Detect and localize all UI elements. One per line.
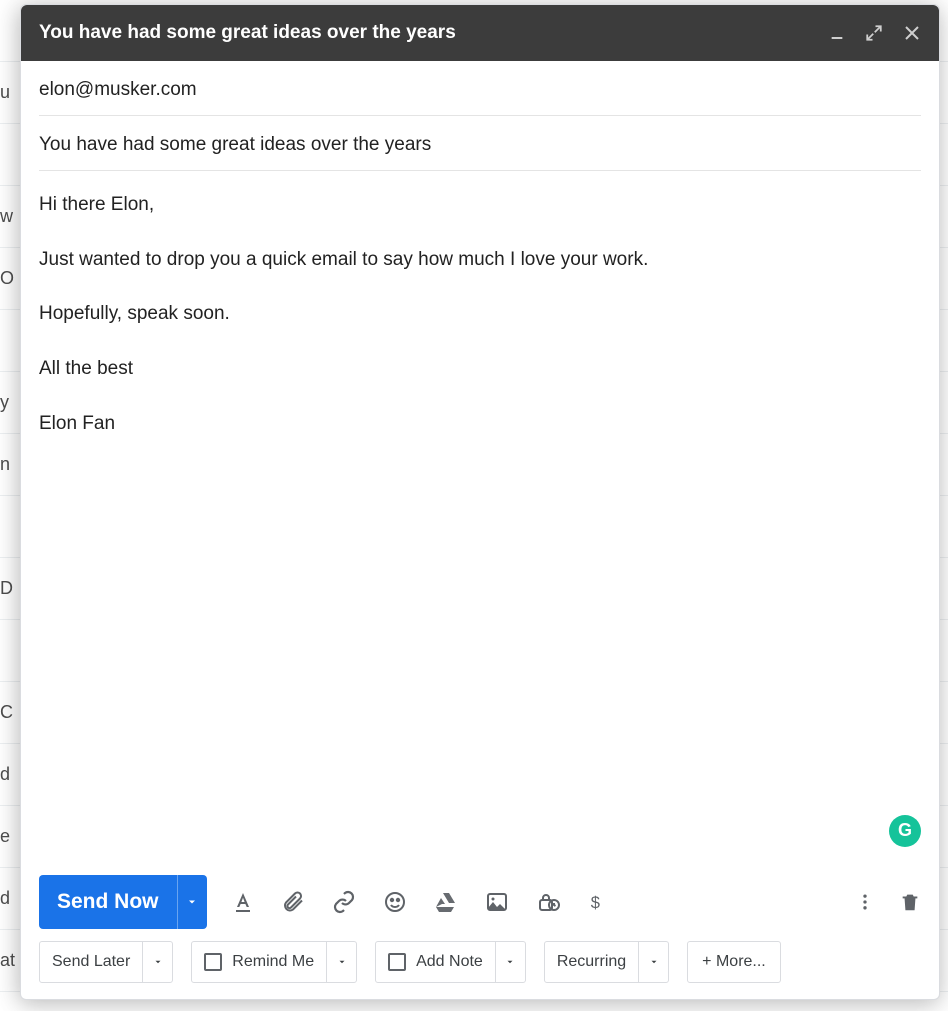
body-line: Hi there Elon, xyxy=(39,193,921,218)
recurring-button[interactable]: Recurring xyxy=(544,941,669,983)
extension-actions-row: Send Later Remind Me Add Note Rec xyxy=(21,937,939,999)
grammarly-icon[interactable]: G xyxy=(889,815,921,847)
chevron-down-icon[interactable] xyxy=(326,942,356,982)
subject-field[interactable]: You have had some great ideas over the y… xyxy=(39,116,921,171)
drive-icon[interactable] xyxy=(433,890,459,914)
send-later-button[interactable]: Send Later xyxy=(39,941,173,983)
toolbar-right xyxy=(855,890,921,914)
link-icon[interactable] xyxy=(331,890,357,914)
compose-body: elon@musker.com You have had some great … xyxy=(21,61,939,865)
checkbox-icon xyxy=(388,953,406,971)
attach-icon[interactable] xyxy=(281,890,305,914)
minimize-icon[interactable] xyxy=(829,25,845,41)
add-note-button[interactable]: Add Note xyxy=(375,941,526,983)
send-dropdown-button[interactable] xyxy=(177,875,207,929)
recipients-field[interactable]: elon@musker.com xyxy=(39,61,921,116)
chevron-down-icon[interactable] xyxy=(142,942,172,982)
send-split-button: Send Now xyxy=(39,875,207,929)
header-icons xyxy=(829,24,921,42)
money-icon[interactable]: $ xyxy=(587,890,605,914)
remind-me-button[interactable]: Remind Me xyxy=(191,941,357,983)
trash-icon[interactable] xyxy=(899,890,921,914)
compose-window: You have had some great ideas over the y… xyxy=(20,4,940,1000)
body-line: All the best xyxy=(39,357,921,382)
chevron-down-icon[interactable] xyxy=(638,942,668,982)
send-button[interactable]: Send Now xyxy=(39,875,177,929)
body-line: Just wanted to drop you a quick email to… xyxy=(39,248,921,273)
close-icon[interactable] xyxy=(903,24,921,42)
image-icon[interactable] xyxy=(485,890,509,914)
svg-text:$: $ xyxy=(590,894,599,912)
more-actions-button[interactable]: + More... xyxy=(687,941,781,983)
expand-icon[interactable] xyxy=(865,24,883,42)
formatting-toolbar: $ xyxy=(231,890,605,914)
chevron-down-icon[interactable] xyxy=(495,942,525,982)
compose-header: You have had some great ideas over the y… xyxy=(21,5,939,61)
more-options-icon[interactable] xyxy=(855,890,875,914)
format-text-icon[interactable] xyxy=(231,890,255,914)
compose-title: You have had some great ideas over the y… xyxy=(39,22,829,44)
body-line: Elon Fan xyxy=(39,412,921,437)
emoji-icon[interactable] xyxy=(383,890,407,914)
body-line: Hopefully, speak soon. xyxy=(39,302,921,327)
confidential-icon[interactable] xyxy=(535,890,561,914)
checkbox-icon xyxy=(204,953,222,971)
compose-toolbar: Send Now xyxy=(21,865,939,937)
message-body[interactable]: Hi there Elon, Just wanted to drop you a… xyxy=(39,171,921,865)
